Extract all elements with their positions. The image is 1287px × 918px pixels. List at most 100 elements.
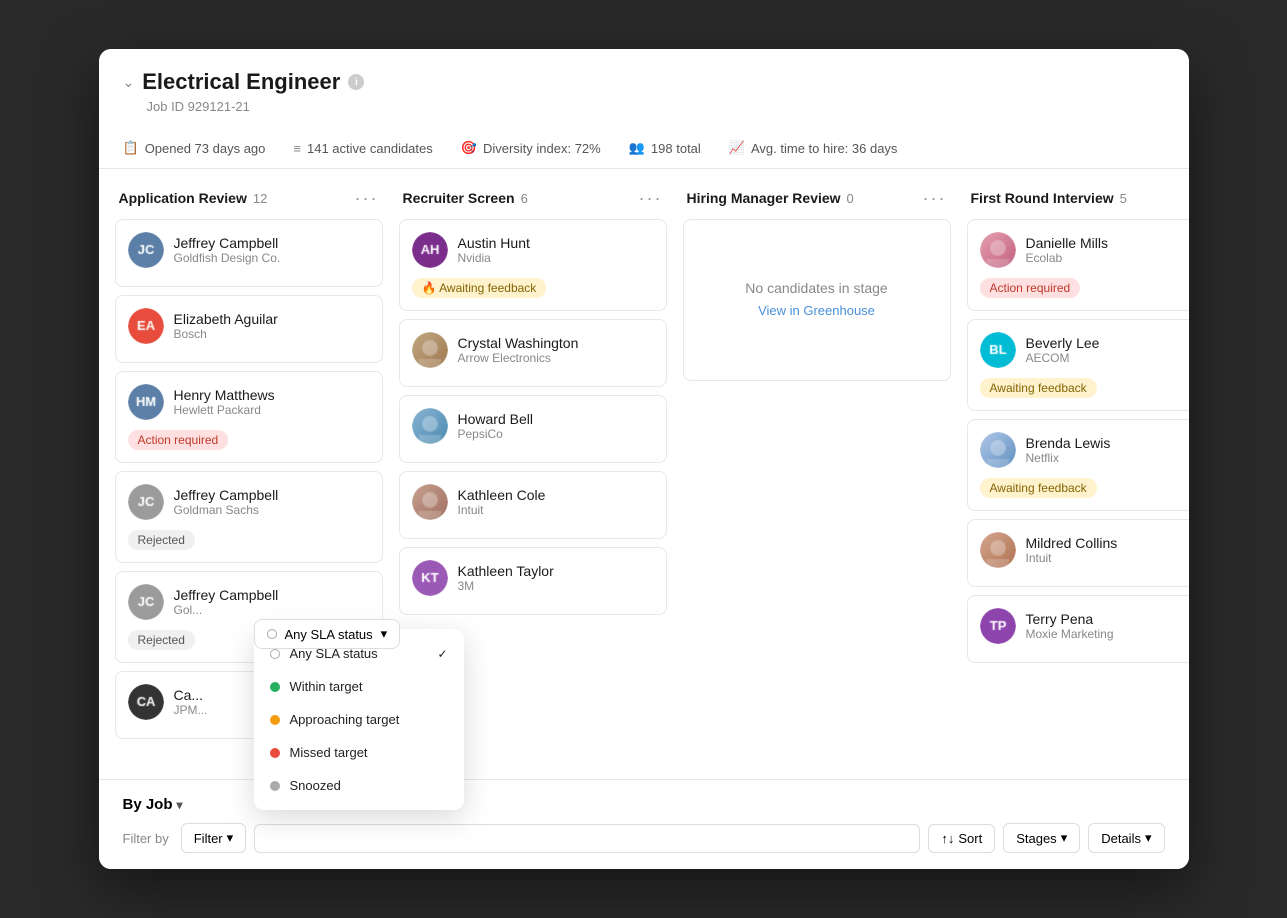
filter-button[interactable]: Filter ▾: [181, 823, 246, 853]
card-info: Danielle Mills Ecolab: [1026, 235, 1108, 265]
stat-total: 👥 198 total: [629, 140, 701, 156]
candidate-card[interactable]: Terry Pena Moxie Marketing: [967, 595, 1189, 663]
main-window: ⌄ Electrical Engineer i Job ID 929121-21…: [99, 49, 1189, 869]
calendar-icon: 📋: [123, 140, 139, 156]
candidate-badge: Rejected: [128, 530, 195, 550]
candidate-name: Jeffrey Campbell: [174, 587, 279, 603]
column-count-hiring-manager-review: 0: [847, 191, 854, 206]
candidate-badge: Awaiting feedback: [980, 478, 1097, 498]
sla-status-trigger[interactable]: Any SLA status ▾: [254, 619, 401, 649]
candidate-avatar: [412, 560, 448, 596]
job-title: Electrical Engineer: [142, 69, 340, 95]
candidate-card[interactable]: Howard Bell PepsiCo: [399, 395, 667, 463]
candidate-avatar: [980, 232, 1016, 268]
candidate-company: Arrow Electronics: [458, 351, 579, 365]
filter-by-label: Filter by: [123, 831, 169, 846]
by-job-chevron[interactable]: ▾: [177, 798, 183, 812]
candidate-name: Mildred Collins: [1026, 535, 1118, 551]
stages-button[interactable]: Stages ▾: [1003, 823, 1080, 853]
candidate-company: PepsiCo: [458, 427, 533, 441]
candidate-card[interactable]: Austin Hunt Nvidia 🔥 Awaiting feedback: [399, 219, 667, 311]
candidate-card[interactable]: Mildred Collins Intuit: [967, 519, 1189, 587]
candidate-card[interactable]: Jeffrey Campbell Goldman Sachs Rejected: [115, 471, 383, 563]
candidate-card[interactable]: Crystal Washington Arrow Electronics: [399, 319, 667, 387]
candidate-card[interactable]: Kathleen Taylor 3M: [399, 547, 667, 615]
sla-option-missed[interactable]: Missed target: [254, 736, 464, 769]
card-info: Elizabeth Aguilar Bosch: [174, 311, 278, 341]
card-top: Terry Pena Moxie Marketing: [980, 608, 1189, 644]
stat-diversity: 🎯 Diversity index: 72%: [461, 140, 601, 156]
stat-time-to-hire: 📈 Avg. time to hire: 36 days: [729, 140, 898, 156]
candidate-card[interactable]: Beverly Lee AECOM Awaiting feedback: [967, 319, 1189, 411]
details-btn-label: Details: [1101, 831, 1141, 846]
card-top: Beverly Lee AECOM: [980, 332, 1189, 368]
stages-btn-label: Stages: [1016, 831, 1056, 846]
card-info: Brenda Lewis Netflix: [1026, 435, 1111, 465]
candidate-company: Ecolab: [1026, 251, 1108, 265]
card-info: Kathleen Taylor 3M: [458, 563, 554, 593]
candidate-company: Hewlett Packard: [174, 403, 275, 417]
dot-approaching: [270, 715, 280, 725]
card-info: Beverly Lee AECOM: [1026, 335, 1100, 365]
sort-icon: ↑↓: [941, 831, 954, 846]
candidate-avatar: [980, 532, 1016, 568]
empty-state: No candidates in stage View in Greenhous…: [683, 219, 951, 381]
view-in-greenhouse-link[interactable]: View in Greenhouse: [758, 303, 875, 318]
collapse-icon[interactable]: ⌄: [123, 74, 135, 91]
sla-option-missed-label: Missed target: [290, 745, 368, 760]
candidate-card[interactable]: Jeffrey Campbell Goldfish Design Co.: [115, 219, 383, 287]
dot-missed: [270, 748, 280, 758]
card-top: Jeffrey Campbell Goldman Sachs: [128, 484, 370, 520]
card-info: Terry Pena Moxie Marketing: [1026, 611, 1114, 641]
details-button[interactable]: Details ▾: [1088, 823, 1164, 853]
empty-state-text: No candidates in stage: [704, 280, 930, 296]
stages-chevron-icon: ▾: [1061, 830, 1068, 846]
candidate-name: Kathleen Cole: [458, 487, 546, 503]
candidate-company: 3M: [458, 579, 554, 593]
candidate-avatar: [412, 484, 448, 520]
candidate-card[interactable]: Kathleen Cole Intuit: [399, 471, 667, 539]
sort-btn-label: Sort: [958, 831, 982, 846]
candidate-badge: Action required: [980, 278, 1081, 298]
column-header-first-round-interview: First Round Interview 5 ···: [967, 189, 1189, 207]
column-more-btn-hiring-manager-review[interactable]: ···: [923, 189, 947, 207]
candidate-avatar: [980, 608, 1016, 644]
sla-dropdown: Any SLA status ✓ Within target Approachi…: [254, 629, 464, 810]
candidate-card[interactable]: Elizabeth Aguilar Bosch: [115, 295, 383, 363]
filter-search-input[interactable]: [265, 831, 909, 846]
candidate-name: Howard Bell: [458, 411, 533, 427]
column-title-recruiter-screen: Recruiter Screen 6: [403, 190, 528, 206]
candidate-name: Jeffrey Campbell: [174, 487, 279, 503]
sort-button[interactable]: ↑↓ Sort: [928, 824, 995, 853]
candidate-company: AECOM: [1026, 351, 1100, 365]
column-more-btn-recruiter-screen[interactable]: ···: [639, 189, 663, 207]
card-info: Jeffrey Campbell Gol...: [174, 587, 279, 617]
card-top: Mildred Collins Intuit: [980, 532, 1189, 568]
column-title-first-round-interview: First Round Interview 5: [971, 190, 1127, 206]
candidate-name: Henry Matthews: [174, 387, 275, 403]
column-count-first-round-interview: 5: [1120, 191, 1127, 206]
column-header-hiring-manager-review: Hiring Manager Review 0 ···: [683, 189, 951, 207]
dot-any: [270, 649, 280, 659]
candidate-company: JPM...: [174, 703, 208, 717]
candidate-card[interactable]: Danielle Mills Ecolab Action required: [967, 219, 1189, 311]
sla-option-within-label: Within target: [290, 679, 363, 694]
stat-total-text: 198 total: [651, 141, 701, 156]
column-title-hiring-manager-review: Hiring Manager Review 0: [687, 190, 854, 206]
chart-icon: 📈: [729, 140, 745, 156]
sla-option-approaching[interactable]: Approaching target: [254, 703, 464, 736]
header-top: ⌄ Electrical Engineer i: [123, 69, 1165, 95]
candidate-card[interactable]: Henry Matthews Hewlett Packard Action re…: [115, 371, 383, 463]
card-top: Austin Hunt Nvidia: [412, 232, 654, 268]
card-top: Kathleen Cole Intuit: [412, 484, 654, 520]
candidate-name: Danielle Mills: [1026, 235, 1108, 251]
column-more-btn-application-review[interactable]: ···: [355, 189, 379, 207]
sla-option-within[interactable]: Within target: [254, 670, 464, 703]
filter-btn-label: Filter: [194, 831, 223, 846]
sla-trigger-label: Any SLA status: [285, 627, 373, 642]
card-info: Austin Hunt Nvidia: [458, 235, 530, 265]
candidate-company: Intuit: [458, 503, 546, 517]
candidate-card[interactable]: Brenda Lewis Netflix Awaiting feedback: [967, 419, 1189, 511]
sla-option-snoozed[interactable]: Snoozed: [254, 769, 464, 802]
info-icon[interactable]: i: [348, 74, 364, 90]
